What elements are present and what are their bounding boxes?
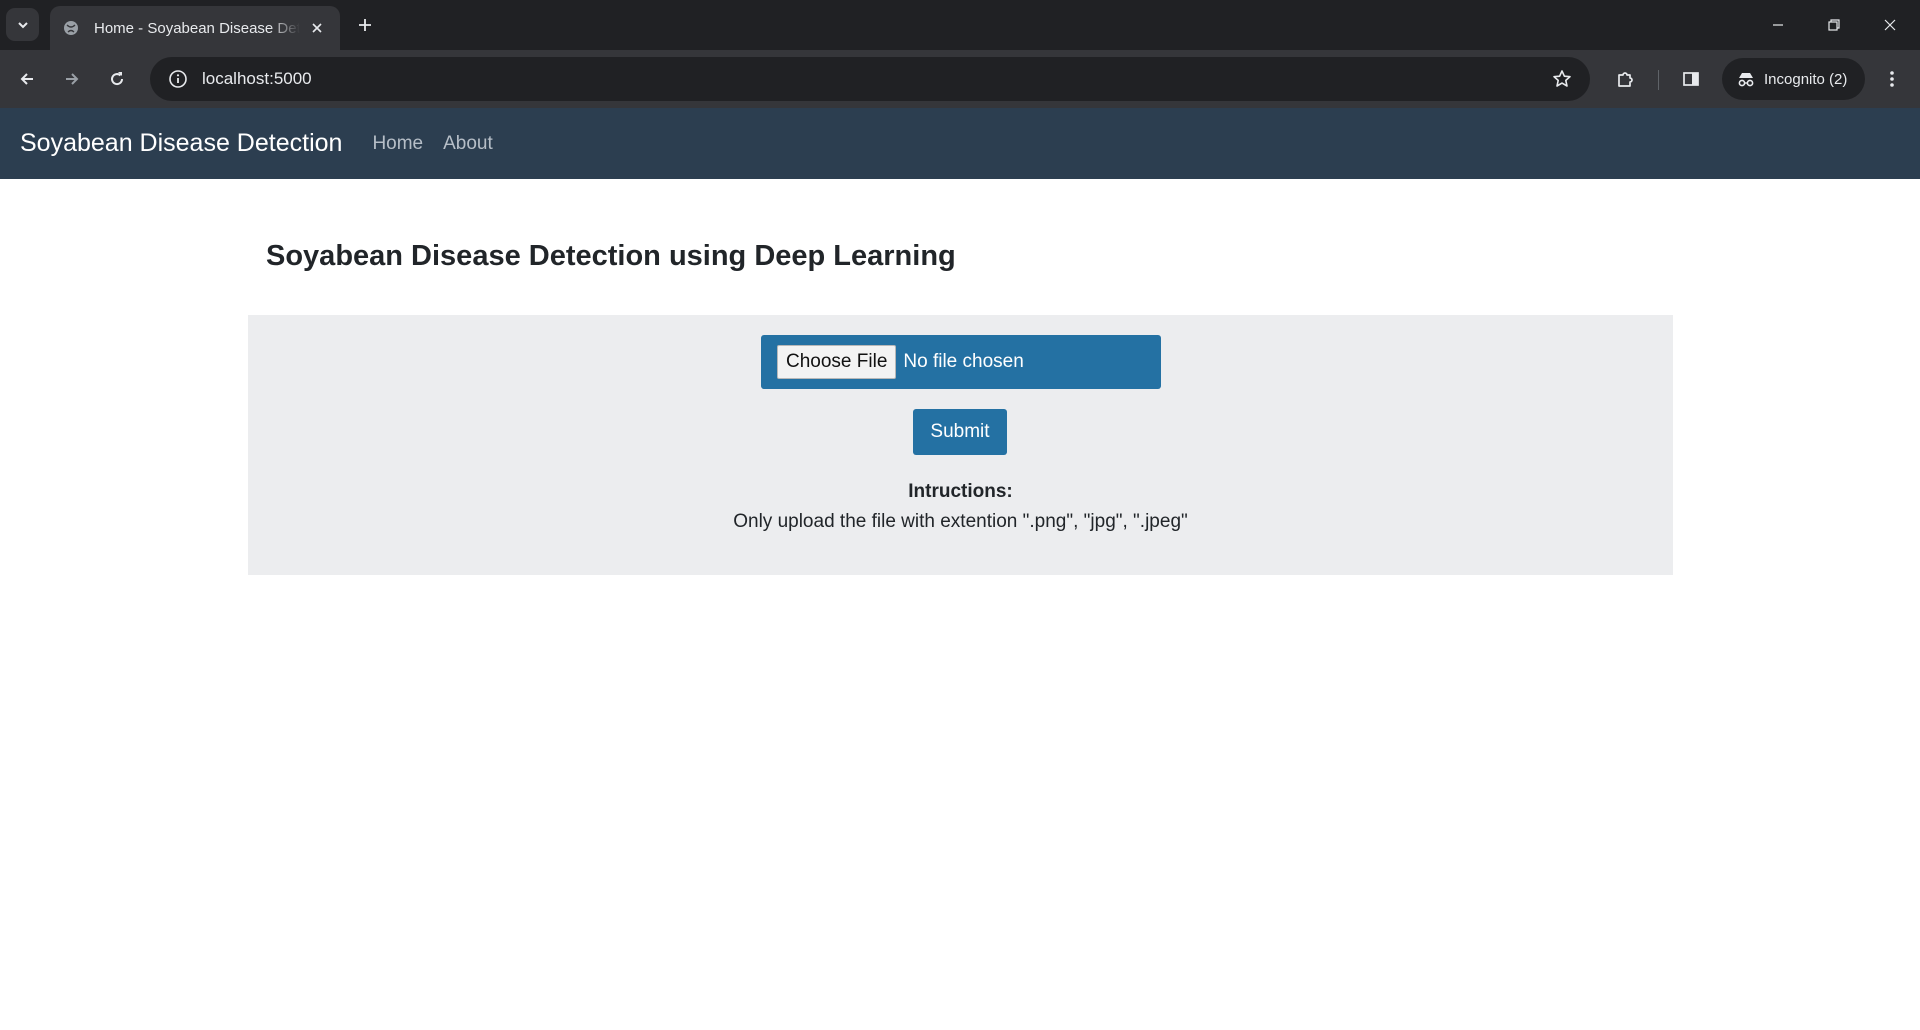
plus-icon [359,19,371,31]
arrow-left-icon [20,73,33,85]
nav-link-about[interactable]: About [443,133,493,155]
forward-button[interactable] [55,62,89,96]
file-status-text: No file chosen [903,351,1024,372]
arrow-right-icon [66,73,79,85]
instructions-title: Intructions: [908,481,1013,502]
reload-icon [111,72,124,86]
nav-link-home[interactable]: Home [372,133,423,155]
reload-button[interactable] [100,62,134,96]
new-tab-button[interactable] [352,12,378,38]
chevron-down-icon [17,21,28,28]
tab-search-button[interactable] [6,8,39,41]
globe-icon [62,19,80,37]
side-panel-icon [1683,72,1699,86]
tab-title: Home - Soyabean Disease Detection [94,19,300,37]
close-icon[interactable] [308,19,326,37]
submit-button[interactable]: Submit [913,409,1007,455]
toolbar-divider [1658,70,1659,90]
instructions-text: Only upload the file with extention ".pn… [733,511,1188,532]
extensions-button[interactable] [1608,62,1642,96]
close-window-button[interactable] [1862,0,1918,50]
restore-button[interactable] [1806,0,1862,50]
minimize-button[interactable] [1750,0,1806,50]
upload-panel: Choose File No file chosen Submit Intruc… [248,315,1673,575]
incognito-badge[interactable]: Incognito (2) [1722,58,1865,100]
close-icon [1884,19,1896,31]
star-icon[interactable] [1548,65,1576,93]
choose-file-button[interactable]: Choose File [777,345,897,379]
url-text: localhost:5000 [202,69,312,88]
navbar-brand[interactable]: Soyabean Disease Detection [20,129,342,158]
site-navbar: Soyabean Disease Detection Home About [0,108,1920,179]
puzzle-icon [1618,72,1633,87]
restore-icon [1828,19,1840,31]
file-input[interactable]: Choose File No file chosen [761,335,1161,389]
page-title: Soyabean Disease Detection using Deep Le… [266,240,956,272]
side-panel-button[interactable] [1674,62,1708,96]
back-button[interactable] [10,62,44,96]
browser-toolbar: localhost:5000 Incognito (2) [0,50,1920,108]
incognito-icon [1738,73,1754,87]
browser-tab-strip: Home - Soyabean Disease Detection [0,0,1920,50]
address-bar[interactable]: localhost:5000 [150,57,1590,101]
browser-tab-active[interactable]: Home - Soyabean Disease Detection [50,6,340,50]
minimize-icon [1773,24,1783,26]
kebab-menu-icon [1890,71,1894,87]
info-icon[interactable] [164,65,192,93]
browser-menu-button[interactable] [1875,62,1909,96]
incognito-label: Incognito (2) [1764,70,1848,88]
